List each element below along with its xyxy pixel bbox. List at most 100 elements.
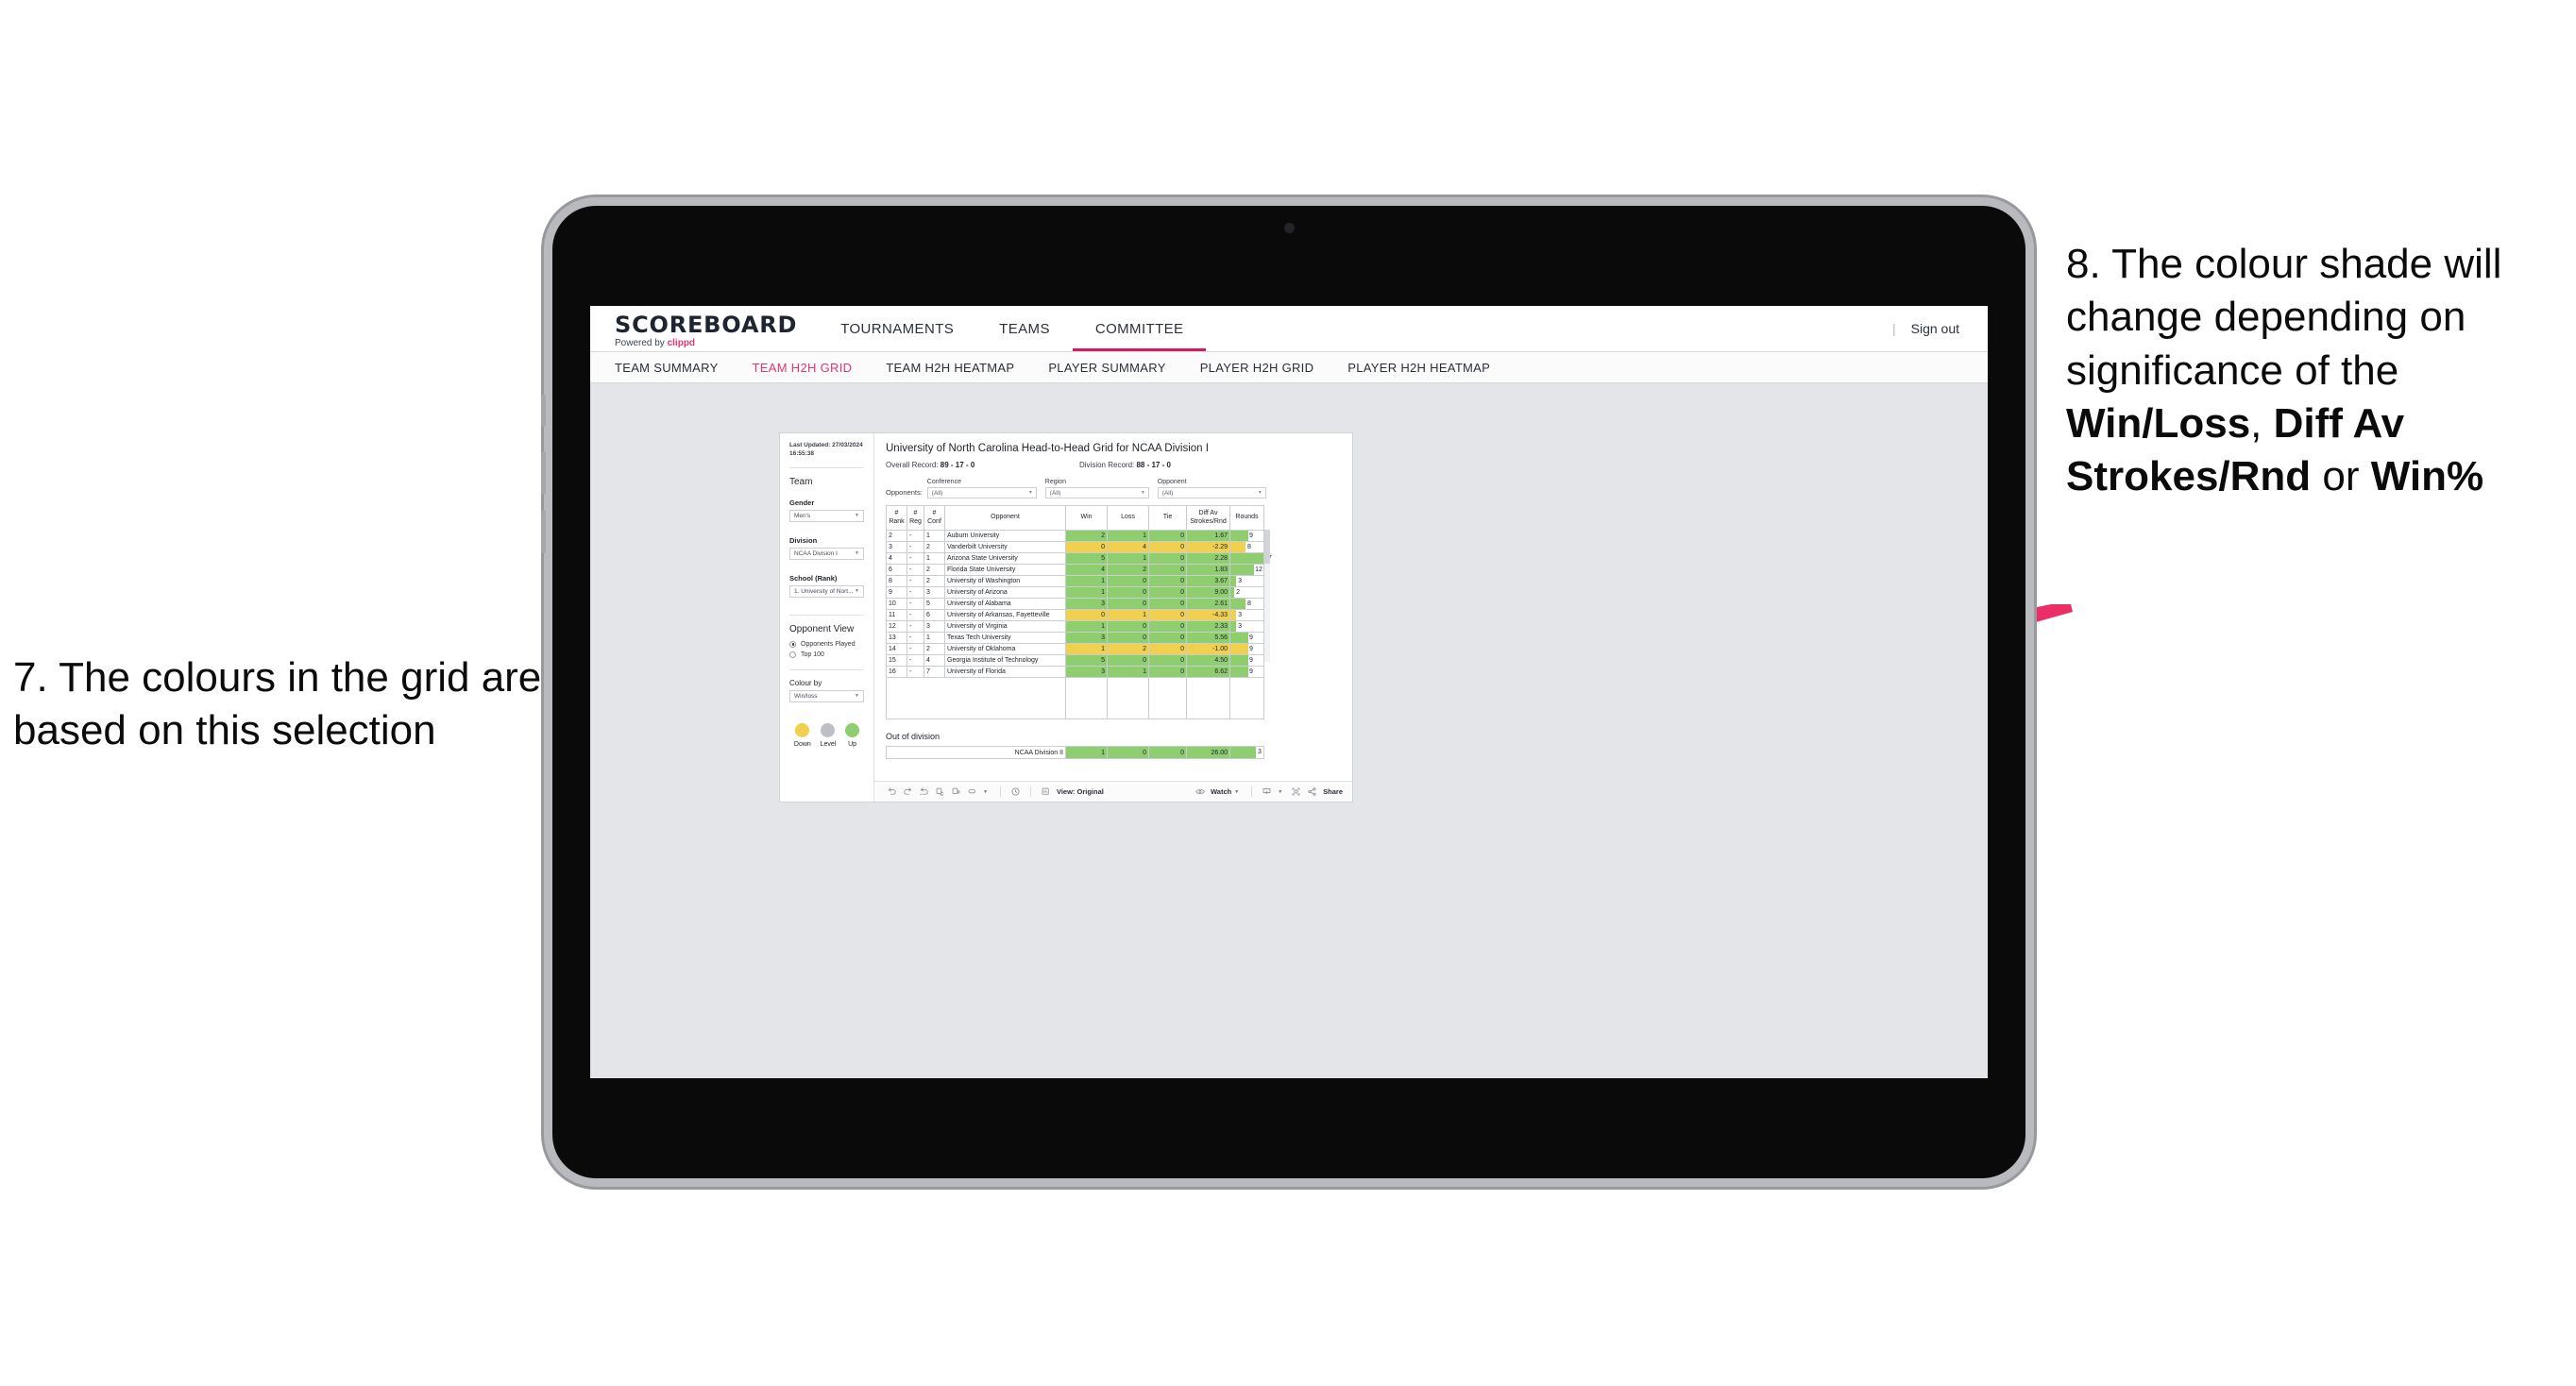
cell-conf[interactable]: 2 bbox=[924, 541, 945, 553]
cell-rounds[interactable]: 12 bbox=[1229, 564, 1264, 576]
table-row[interactable]: 9-3 University of Arizona 1 0 0 9.00 2 bbox=[886, 586, 1264, 599]
cell-diff[interactable]: -2.29 bbox=[1186, 541, 1230, 553]
cell-opponent[interactable]: University of Oklahoma bbox=[944, 643, 1066, 655]
cell-rounds[interactable]: 9 bbox=[1229, 666, 1264, 678]
cell-conf[interactable]: 3 bbox=[924, 586, 945, 599]
cell-rank[interactable]: 13 bbox=[886, 632, 907, 644]
radio-opponents-played[interactable]: Opponents Played bbox=[789, 640, 864, 648]
cell-tie[interactable]: 0 bbox=[1148, 575, 1187, 587]
nav-tournaments[interactable]: TOURNAMENTS bbox=[818, 306, 976, 351]
cell-conf[interactable]: 2 bbox=[924, 643, 945, 655]
cell-rank[interactable]: 2 bbox=[886, 530, 907, 542]
cell-win[interactable]: 4 bbox=[1065, 564, 1108, 576]
ood-cell-tie[interactable]: 0 bbox=[1148, 746, 1187, 759]
cell-reg[interactable]: - bbox=[907, 541, 924, 553]
cell-reg[interactable]: - bbox=[907, 666, 924, 678]
cell-loss[interactable]: 2 bbox=[1107, 643, 1149, 655]
cell-tie[interactable]: 0 bbox=[1148, 598, 1187, 610]
col-reg[interactable]: # Reg bbox=[907, 505, 924, 531]
col-tie[interactable]: Tie bbox=[1148, 505, 1187, 531]
table-scrollbar[interactable] bbox=[1264, 530, 1270, 662]
fullscreen-icon[interactable] bbox=[1288, 786, 1304, 799]
cell-loss[interactable]: 0 bbox=[1107, 632, 1149, 644]
subnav-player-summary[interactable]: PLAYER SUMMARY bbox=[1048, 361, 1165, 375]
view-original-icon[interactable] bbox=[1038, 786, 1054, 799]
cell-tie[interactable]: 0 bbox=[1148, 620, 1187, 633]
cell-tie[interactable]: 0 bbox=[1148, 632, 1187, 644]
cell-win[interactable]: 1 bbox=[1065, 575, 1108, 587]
table-row[interactable]: 2-1 Auburn University 2 1 0 1.67 9 bbox=[886, 530, 1264, 542]
ood-cell-diff[interactable]: 26.00 bbox=[1186, 746, 1230, 759]
cell-diff[interactable]: 2.28 bbox=[1186, 552, 1230, 565]
tablet-side-button-2[interactable] bbox=[541, 451, 546, 495]
col-rank[interactable]: # Rank bbox=[886, 505, 907, 531]
table-row[interactable]: 16-7 University of Florida 3 1 0 6.62 9 bbox=[886, 666, 1264, 678]
cell-rank[interactable]: 12 bbox=[886, 620, 907, 633]
cell-conf[interactable]: 3 bbox=[924, 620, 945, 633]
share-icon[interactable] bbox=[1304, 786, 1320, 799]
cell-opponent[interactable]: University of Florida bbox=[944, 666, 1066, 678]
cell-win[interactable]: 5 bbox=[1065, 552, 1108, 565]
cell-diff[interactable]: 2.33 bbox=[1186, 620, 1230, 633]
cell-conf[interactable]: 2 bbox=[924, 564, 945, 576]
tablet-side-button-3[interactable] bbox=[541, 510, 546, 553]
nav-committee[interactable]: COMMITTEE bbox=[1072, 306, 1207, 351]
col-conf[interactable]: # Conf bbox=[924, 505, 945, 531]
cell-conf[interactable]: 4 bbox=[924, 654, 945, 667]
table-row[interactable]: 8-2 University of Washington 1 0 0 3.67 3 bbox=[886, 575, 1264, 587]
cell-win[interactable]: 5 bbox=[1065, 654, 1108, 667]
cell-diff[interactable]: -1.00 bbox=[1186, 643, 1230, 655]
cell-rank[interactable]: 4 bbox=[886, 552, 907, 565]
col-win[interactable]: Win bbox=[1065, 505, 1108, 531]
cell-opponent[interactable]: University of Arkansas, Fayetteville bbox=[944, 609, 1066, 621]
cell-rounds[interactable]: 3 bbox=[1229, 609, 1264, 621]
cell-win[interactable]: 3 bbox=[1065, 666, 1108, 678]
table-row[interactable]: 4-1Arizona State University5102.2817 bbox=[886, 552, 1272, 565]
out-of-division-row[interactable]: NCAA Division II 1 0 0 26.00 3 bbox=[886, 746, 1264, 759]
cell-reg[interactable]: - bbox=[907, 654, 924, 667]
cell-rounds[interactable]: 9 bbox=[1229, 530, 1264, 542]
pause-auto-updates-icon[interactable] bbox=[1008, 786, 1024, 799]
cell-reg[interactable]: - bbox=[907, 632, 924, 644]
cell-diff[interactable]: 6.62 bbox=[1186, 666, 1230, 678]
subnav-player-h2h-grid[interactable]: PLAYER H2H GRID bbox=[1200, 361, 1314, 375]
cell-conf[interactable]: 6 bbox=[924, 609, 945, 621]
cell-rank[interactable]: 10 bbox=[886, 598, 907, 610]
cell-conf[interactable]: 2 bbox=[924, 575, 945, 587]
cell-rounds[interactable]: 3 bbox=[1229, 575, 1264, 587]
subnav-team-h2h-grid[interactable]: TEAM H2H GRID bbox=[753, 361, 853, 375]
cell-opponent[interactable]: Georgia Institute of Technology bbox=[944, 654, 1066, 667]
cell-reg[interactable]: - bbox=[907, 609, 924, 621]
watch-label[interactable]: Watch bbox=[1211, 787, 1231, 796]
cell-reg[interactable]: - bbox=[907, 598, 924, 610]
cell-conf[interactable]: 5 bbox=[924, 598, 945, 610]
subnav-player-h2h-heatmap[interactable]: PLAYER H2H HEATMAP bbox=[1347, 361, 1490, 375]
cell-rank[interactable]: 14 bbox=[886, 643, 907, 655]
cell-tie[interactable]: 0 bbox=[1148, 654, 1187, 667]
download-icon[interactable] bbox=[1259, 786, 1275, 799]
cell-win[interactable]: 1 bbox=[1065, 620, 1108, 633]
col-diff[interactable]: Diff Av Strokes/Rnd bbox=[1186, 505, 1230, 531]
ood-cell-win[interactable]: 1 bbox=[1065, 746, 1108, 759]
table-row[interactable]: 6-2 Florida State University 4 2 0 1.83 12 bbox=[886, 564, 1264, 576]
cell-opponent[interactable]: University of Arizona bbox=[944, 586, 1066, 599]
cell-rounds[interactable]: 3 bbox=[1229, 620, 1264, 633]
cell-rounds[interactable]: 9 bbox=[1229, 643, 1264, 655]
cell-conf[interactable]: 1 bbox=[924, 632, 945, 644]
filter-conference-select[interactable]: (All) ▼ bbox=[926, 487, 1037, 499]
cell-diff[interactable]: 9.00 bbox=[1186, 586, 1230, 599]
cell-tie[interactable]: 0 bbox=[1148, 586, 1187, 599]
cell-reg[interactable]: - bbox=[907, 530, 924, 542]
cell-tie[interactable]: 0 bbox=[1148, 609, 1187, 621]
cell-rank[interactable]: 6 bbox=[886, 564, 907, 576]
cell-opponent[interactable]: Florida State University bbox=[944, 564, 1066, 576]
custom-views-icon[interactable] bbox=[964, 786, 980, 799]
cell-opponent[interactable]: University of Virginia bbox=[944, 620, 1066, 633]
chevron-down-icon[interactable]: ▼ bbox=[1278, 789, 1282, 795]
undo-icon[interactable] bbox=[884, 786, 900, 799]
ood-cell-opponent[interactable]: NCAA Division II bbox=[886, 746, 1066, 759]
cell-rounds[interactable]: 9 bbox=[1229, 632, 1264, 644]
cell-opponent[interactable]: Vanderbilt University bbox=[944, 541, 1066, 553]
filter-region-select[interactable]: (All) ▼ bbox=[1044, 487, 1149, 499]
cell-rank[interactable]: 11 bbox=[886, 609, 907, 621]
